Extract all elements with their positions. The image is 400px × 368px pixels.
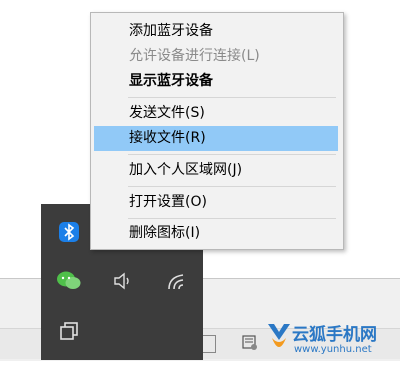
menu-item-add-bluetooth-device[interactable]: 添加蓝牙设备 xyxy=(94,19,338,44)
menu-separator xyxy=(128,97,336,98)
menu-separator xyxy=(128,154,336,155)
menu-item-join-personal-area-network[interactable]: 加入个人区域网(J) xyxy=(94,158,338,183)
menu-item-show-bluetooth-devices[interactable]: 显示蓝牙设备 xyxy=(94,69,338,94)
menu-item-open-settings[interactable]: 打开设置(O) xyxy=(94,190,338,215)
menu-item-send-file[interactable]: 发送文件(S) xyxy=(94,101,338,126)
menu-item-allow-devices-connect: 允许设备进行连接(L) xyxy=(129,48,260,64)
bluetooth-context-menu: 添加蓝牙设备 允许设备进行连接(L) 显示蓝牙设备 发送文件(S) 接收文件(R… xyxy=(90,12,344,250)
wifi-icon[interactable] xyxy=(163,267,191,295)
task-view-icon[interactable] xyxy=(55,317,83,345)
menu-separator xyxy=(128,218,336,219)
watermark-logo: 云狐手机网 www.yunhu.net xyxy=(266,318,396,362)
wechat-icon[interactable] xyxy=(55,267,83,295)
volume-icon[interactable] xyxy=(109,267,137,295)
bluetooth-icon[interactable] xyxy=(55,218,83,246)
menu-separator xyxy=(128,186,336,187)
fox-logo-icon xyxy=(268,324,290,347)
watermark-brand: 云狐手机网 xyxy=(292,325,377,345)
menu-item-remove-icon[interactable]: 删除图标(I) xyxy=(94,221,338,246)
menu-item-receive-file[interactable]: 接收文件(R) xyxy=(94,126,338,151)
watermark-url: www.yunhu.net xyxy=(294,344,372,355)
notifications-icon[interactable] xyxy=(242,335,258,351)
